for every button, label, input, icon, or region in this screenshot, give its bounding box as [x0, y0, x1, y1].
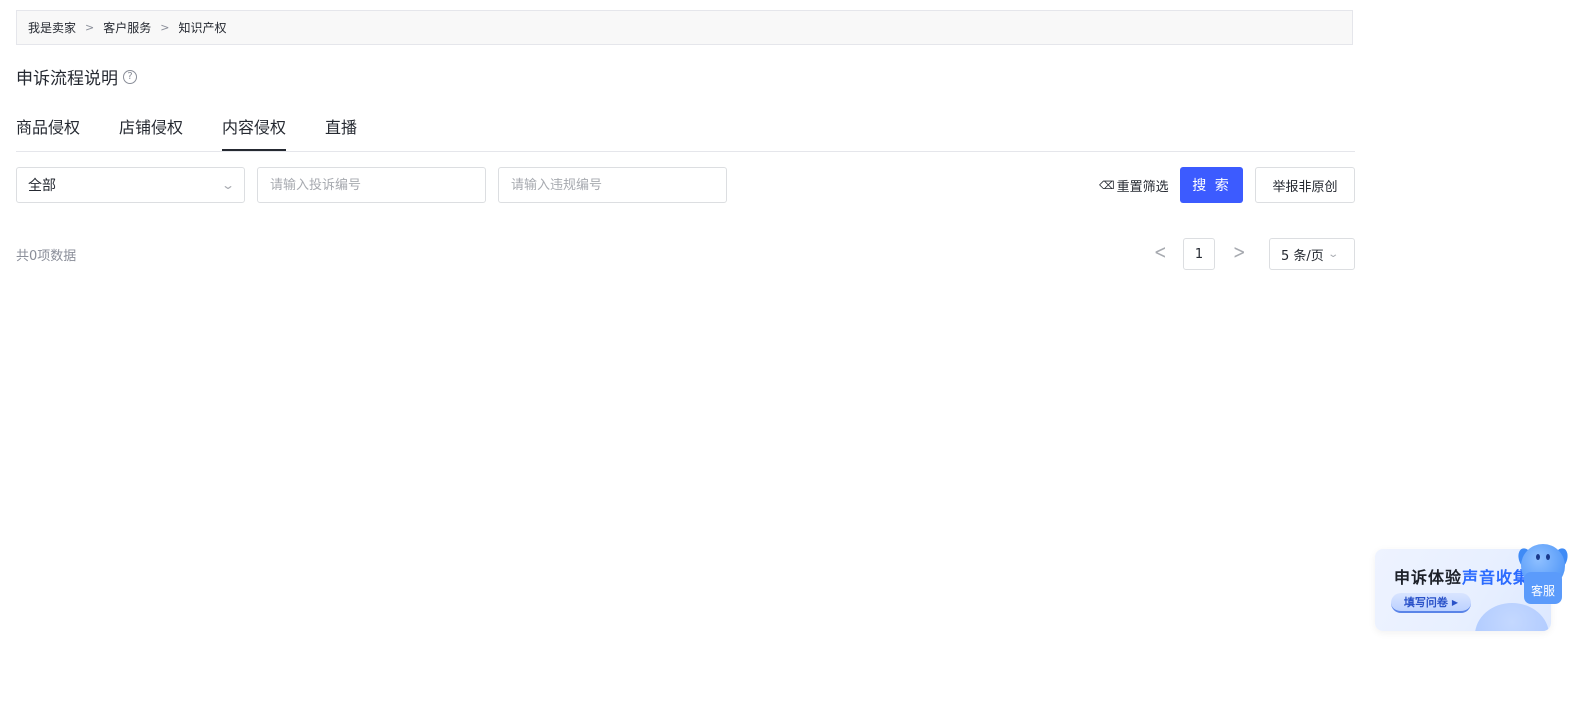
breadcrumb-item-seller[interactable]: 我是卖家 [28, 19, 76, 36]
banner-title: 申诉体验声音收集 [1394, 564, 1530, 588]
fill-survey-button[interactable]: 填写问卷 ▶ [1391, 593, 1471, 613]
help-circle-icon[interactable]: ? [123, 69, 137, 84]
customer-service-widget[interactable]: 客服 [1515, 544, 1571, 604]
tab-bar: 商品侵权 店铺侵权 内容侵权 直播 [16, 108, 1355, 152]
tab-product-infringement[interactable]: 商品侵权 [16, 108, 80, 150]
breadcrumb: 我是卖家 > 客户服务 > 知识产权 [16, 10, 1353, 45]
tab-shop-infringement[interactable]: 店铺侵权 [119, 108, 183, 150]
chevron-down-icon: ⌄ [220, 178, 236, 192]
breadcrumb-separator: > [85, 21, 95, 34]
eraser-icon: ⌫ [1099, 179, 1115, 192]
reset-filter-button[interactable]: ⌫ 重置筛选 [1099, 176, 1169, 195]
breadcrumb-separator: > [160, 21, 170, 34]
chevron-down-icon: ⌄ [1327, 248, 1339, 260]
tab-content-infringement[interactable]: 内容侵权 [222, 108, 287, 151]
page-size-select[interactable]: 5 条/页 ⌄ [1269, 238, 1355, 270]
decorative-blob [1475, 603, 1549, 631]
report-non-original-button[interactable]: 举报非原创 [1255, 167, 1355, 203]
breadcrumb-item-ip: 知识产权 [178, 21, 227, 35]
reset-filter-label: 重置筛选 [1116, 180, 1169, 195]
mascot-eye-icon [1536, 554, 1540, 560]
page-title-text: 申诉流程说明 [16, 69, 118, 89]
customer-service-label: 客服 [1524, 572, 1562, 604]
page-number-button[interactable]: 1 [1183, 238, 1215, 270]
chevron-left-icon[interactable]: < [1154, 240, 1167, 263]
page-size-value: 5 条/页 [1281, 248, 1324, 264]
type-select[interactable]: 全部 ⌄ [16, 167, 245, 203]
play-icon: ▶ [1451, 597, 1459, 607]
chevron-right-icon[interactable]: > [1233, 240, 1246, 263]
mascot-eye-icon [1546, 554, 1550, 560]
page-title: 申诉流程说明 ? [16, 64, 137, 89]
total-count: 共0项数据 [16, 249, 77, 264]
complaint-number-input[interactable] [257, 167, 486, 203]
violation-number-input[interactable] [498, 167, 727, 203]
search-button[interactable]: 搜 索 [1180, 167, 1243, 203]
type-select-value: 全部 [28, 178, 56, 194]
tab-live[interactable]: 直播 [325, 108, 357, 150]
fill-survey-label: 填写问卷 [1403, 596, 1448, 609]
breadcrumb-item-customer-service[interactable]: 客户服务 [103, 19, 151, 36]
banner-title-main: 申诉体验 [1394, 568, 1463, 587]
